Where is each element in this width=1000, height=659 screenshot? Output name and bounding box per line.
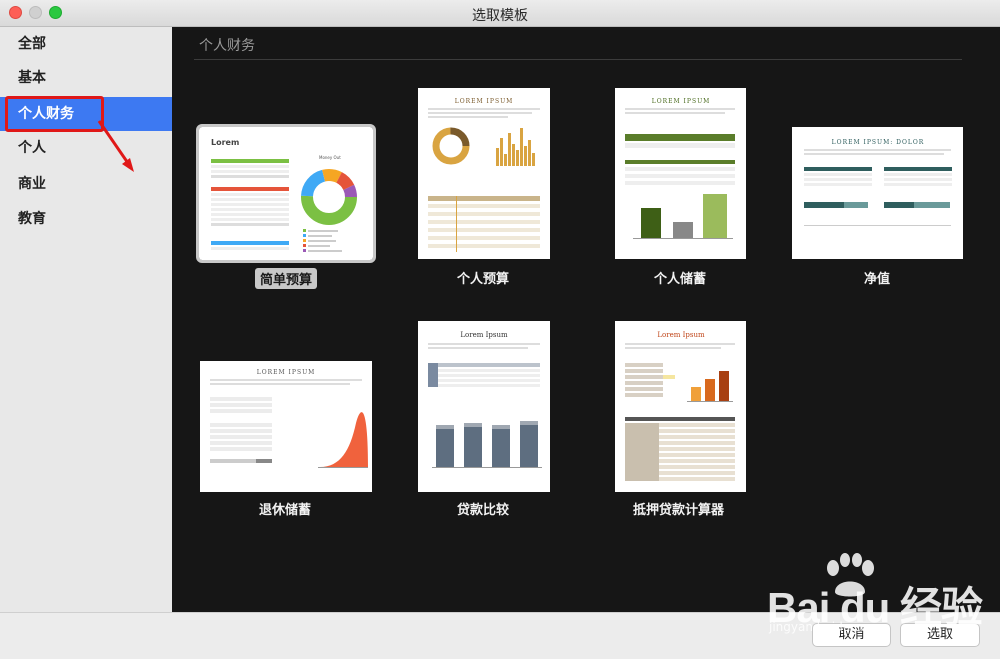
- thumb-heading: LOREM IPSUM: [455, 98, 514, 105]
- template-gallery: 个人财务 Lorem Money Out 简单预算 LOREM IPSUM 个人…: [172, 27, 1000, 612]
- sidebar-item-basic[interactable]: 基本: [0, 61, 172, 95]
- thumb-heading: Lorem: [211, 138, 239, 147]
- annotation-highlight-box: [5, 96, 104, 132]
- template-thumb-mortgage-calculator[interactable]: Lorem Ipsum: [615, 321, 746, 492]
- thumb-heading: Lorem Ipsum: [460, 331, 508, 339]
- template-thumb-personal-savings[interactable]: LOREM IPSUM: [615, 88, 746, 259]
- template-label-mortgage-calculator[interactable]: 抵押贷款计算器: [633, 499, 724, 518]
- sidebar-item-all[interactable]: 全部: [0, 27, 172, 61]
- template-label-loan-comparison[interactable]: 贷款比较: [457, 499, 509, 518]
- template-thumb-simple-budget[interactable]: Lorem Money Out: [196, 124, 376, 263]
- template-label-net-worth[interactable]: 净值: [864, 268, 890, 287]
- section-title: 个人财务: [199, 38, 255, 54]
- dialog-footer: 取消 选取: [0, 612, 1000, 659]
- section-divider: [194, 59, 962, 60]
- cancel-button[interactable]: 取消: [812, 623, 891, 647]
- template-label-simple-budget[interactable]: 简单预算: [255, 268, 318, 289]
- thumb-heading: LOREM IPSUM: [257, 369, 316, 376]
- template-label-retirement-savings[interactable]: 退休储蓄: [259, 499, 311, 518]
- sidebar-item-business[interactable]: 商业: [0, 167, 172, 201]
- template-thumb-retirement-savings[interactable]: LOREM IPSUM: [200, 361, 372, 492]
- template-label-personal-savings[interactable]: 个人储蓄: [654, 268, 706, 287]
- title-bar: 选取模板: [0, 0, 1000, 27]
- template-label-personal-budget[interactable]: 个人预算: [457, 268, 509, 287]
- sidebar-item-personal[interactable]: 个人: [0, 131, 172, 165]
- annotation-arrow-icon: [97, 120, 134, 172]
- svg-text:Money Out: Money Out: [319, 155, 341, 160]
- template-thumb-loan-comparison[interactable]: Lorem Ipsum: [418, 321, 550, 492]
- choose-button[interactable]: 选取: [900, 623, 980, 647]
- thumb-heading: Lorem Ipsum: [657, 331, 705, 339]
- template-thumb-personal-budget[interactable]: LOREM IPSUM: [418, 88, 550, 259]
- thumb-heading: LOREM IPSUM: DOLOR: [832, 139, 925, 146]
- template-thumb-net-worth[interactable]: LOREM IPSUM: DOLOR: [792, 127, 963, 259]
- template-chooser-window: 选取模板 全部 基本 个人财务 个人 商业 教育 个人财务 Lorem Mone…: [0, 0, 1000, 659]
- sidebar-item-education[interactable]: 教育: [0, 202, 172, 236]
- thumb-heading: LOREM IPSUM: [652, 98, 711, 105]
- window-title: 选取模板: [472, 8, 528, 24]
